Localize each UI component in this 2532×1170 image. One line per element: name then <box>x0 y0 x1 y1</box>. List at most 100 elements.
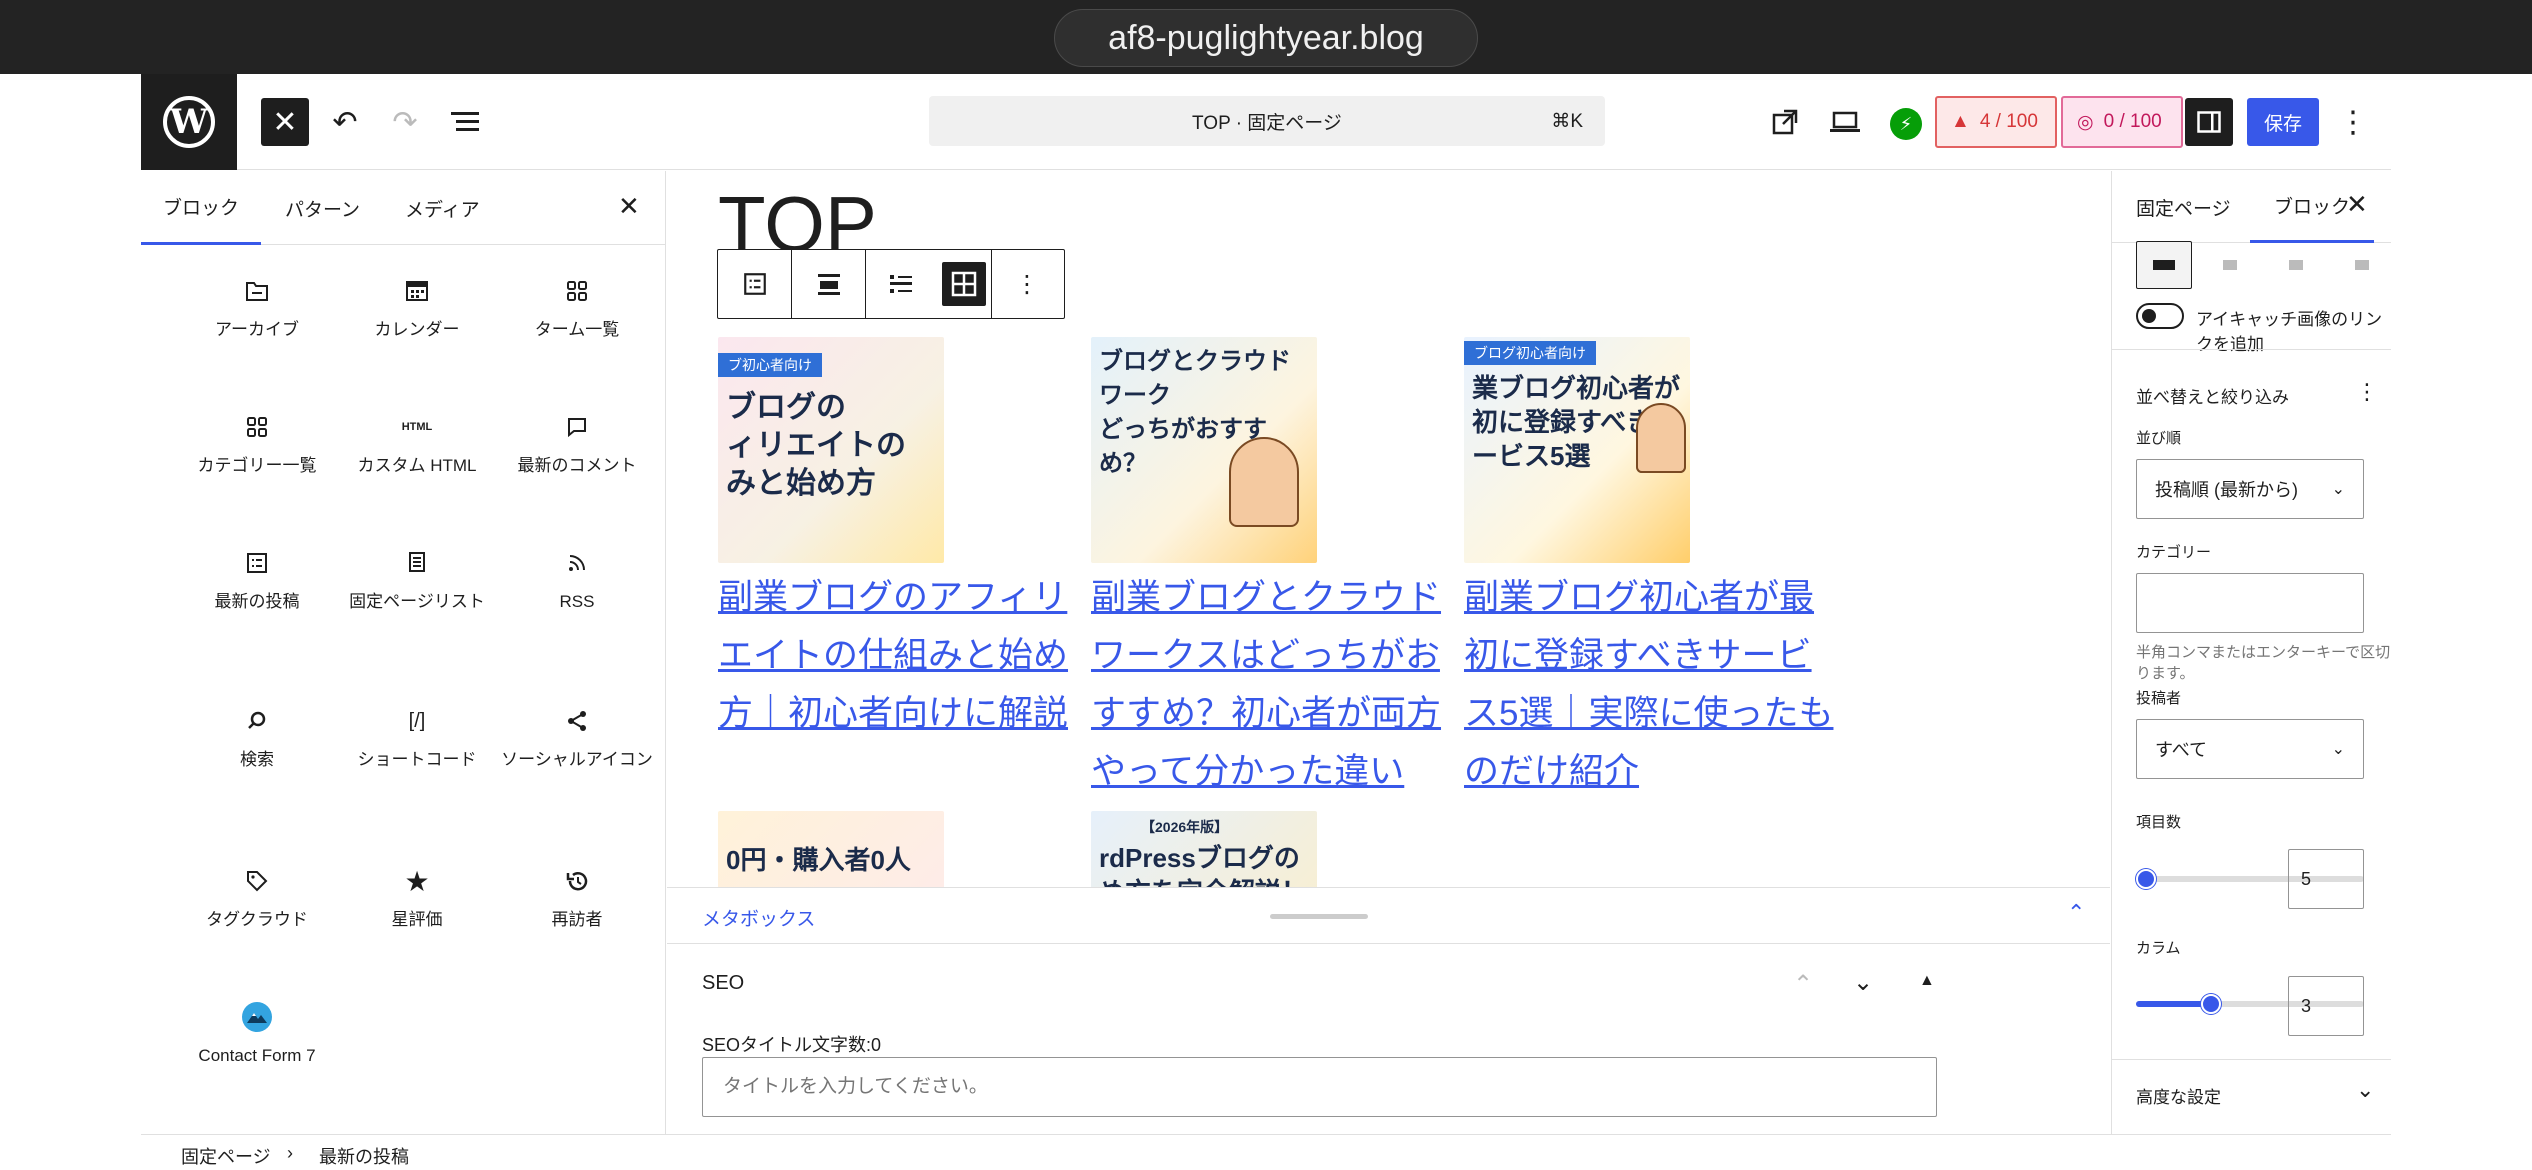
readability-score-value: 0 / 100 <box>2103 111 2162 132</box>
close-icon[interactable]: ✕ <box>618 191 640 222</box>
breadcrumb-item-block[interactable]: 最新の投稿 <box>319 1143 409 1169</box>
category-input[interactable] <box>2136 573 2364 633</box>
block-star-rating[interactable]: ★ 星評価 <box>341 861 493 931</box>
block-search[interactable]: 検索 <box>181 701 333 771</box>
order-select[interactable]: 投稿順 (最新から) ⌄ <box>2136 459 2364 519</box>
settings-sidebar-icon[interactable] <box>2185 98 2233 146</box>
seo-title-input[interactable] <box>702 1057 1937 1117</box>
metabox-area: メタボックス ⌃ SEO ⌃ ⌄ ▲ SEOタイトル文字数:0 <box>667 887 2110 1134</box>
readability-score-icon: ◎ <box>2077 111 2094 133</box>
block-label: 最新の投稿 <box>214 592 300 611</box>
columns-input[interactable]: 3 <box>2288 976 2364 1036</box>
align-option-left[interactable] <box>2202 241 2258 289</box>
align-option-right[interactable] <box>2334 241 2390 289</box>
section-options-icon[interactable]: ⋮ <box>2356 379 2378 405</box>
block-shortcode[interactable]: [/] ショートコード <box>341 701 493 771</box>
post-title-link[interactable]: 副業ブログのアフィリエイトの仕組みと始め方｜初心者向けに解説 <box>718 569 1088 743</box>
tab-media[interactable]: メディア <box>405 171 480 245</box>
block-latest-comments[interactable]: 最新のコメント <box>501 407 653 477</box>
items-label: 項目数 <box>2136 814 2182 831</box>
grid-view-button[interactable] <box>936 250 992 318</box>
shortcode-icon: [/] <box>408 709 426 732</box>
chevron-up-icon[interactable]: ⌃ <box>2067 900 2085 926</box>
columns-slider-handle[interactable] <box>2201 994 2221 1014</box>
block-tag-cloud[interactable]: タグクラウド <box>181 861 333 931</box>
block-revisit[interactable]: 再訪者 <box>501 861 653 931</box>
breadcrumb-item-page[interactable]: 固定ページ <box>181 1143 271 1169</box>
close-inserter-button[interactable]: ✕ <box>261 98 309 146</box>
block-rss[interactable]: RSS <box>501 543 653 613</box>
illustration-person <box>1636 403 1686 473</box>
block-label: アーカイブ <box>215 320 299 339</box>
block-archive[interactable]: アーカイブ <box>181 271 333 341</box>
metabox-label: メタボックス <box>702 909 816 930</box>
chevron-down-icon: ⌄ <box>2331 481 2345 498</box>
block-calendar[interactable]: カレンダー <box>341 271 493 341</box>
block-options-icon[interactable]: ⋮ <box>992 250 1062 318</box>
align-option-center[interactable] <box>2268 241 2324 289</box>
shortcut-hint: ⌘K <box>1551 110 1583 132</box>
divider <box>2112 349 2391 350</box>
categories-icon <box>181 407 333 447</box>
post-thumbnail[interactable]: ブログとクラウドワーク どっちがおすすめ？ <box>1091 337 1317 563</box>
featured-link-toggle[interactable] <box>2136 303 2184 329</box>
post-thumbnail[interactable]: ブログ初心者向け 業ブログ初心者が 初に登録すべき ービス5選 <box>1464 337 1690 563</box>
author-select[interactable]: すべて ⌄ <box>2136 719 2364 779</box>
url-bar[interactable]: af8-puglightyear.blog <box>1054 9 1478 67</box>
block-custom-html[interactable]: HTML カスタム HTML <box>341 407 493 477</box>
align-icon[interactable] <box>792 250 866 318</box>
post-title-link[interactable]: 副業ブログとクラウドワークスはどっちがおすすめ？初心者が両方やって分かった違い <box>1091 569 1461 801</box>
seo-title-count: SEOタイトル文字数:0 <box>702 1035 882 1055</box>
move-up-icon[interactable]: ⌃ <box>1793 970 1813 999</box>
rss-icon <box>501 543 653 583</box>
tab-patterns[interactable]: パターン <box>285 171 360 245</box>
items-input[interactable]: 5 <box>2288 849 2364 909</box>
thumbnail-tag: ブ初心者向け <box>718 353 822 377</box>
advanced-settings-toggle[interactable]: 高度な設定 <box>2136 1083 2221 1108</box>
block-social-icons[interactable]: ソーシャルアイコン <box>501 701 653 771</box>
options-menu-icon[interactable]: ⋮ <box>2329 98 2377 146</box>
chevron-down-icon[interactable]: ⌄ <box>2356 1077 2374 1103</box>
list-view-icon[interactable] <box>866 250 936 318</box>
block-type-icon[interactable] <box>718 250 792 318</box>
items-slider-handle[interactable] <box>2136 869 2156 889</box>
tab-blocks[interactable]: ブロック <box>141 171 261 245</box>
post-title-link[interactable]: 副業ブログ初心者が最初に登録すべきサービス5選｜実際に使ったものだけ紹介 <box>1464 569 1834 801</box>
post-card: ブ初心者向け ブログの ィリエイトの みと始め方 副業ブログのアフィリエイトの仕… <box>718 337 1088 743</box>
redo-icon[interactable]: ↷ <box>381 98 429 146</box>
columns-label: カラム <box>2136 940 2181 957</box>
undo-icon[interactable]: ↶ <box>321 98 369 146</box>
thumbnail-tag: ブログ初心者向け <box>1464 341 1596 365</box>
block-latest-posts[interactable]: 最新の投稿 <box>181 543 333 613</box>
block-categories[interactable]: カテゴリー一覧 <box>181 407 333 477</box>
view-page-icon[interactable] <box>1761 98 1809 146</box>
align-option-full[interactable] <box>2136 241 2192 289</box>
post-thumbnail[interactable]: 0円・購入者0人の <box>718 811 944 887</box>
readability-score-button[interactable]: ◎ 0 / 100 <box>2061 96 2183 148</box>
command-palette-button[interactable]: TOP · 固定ページ ⌘K <box>929 96 1605 146</box>
move-down-icon[interactable]: ⌄ <box>1853 968 1873 997</box>
post-thumbnail[interactable]: 【2026年版】 rdPressブログの め方を完全解説！ <box>1091 811 1317 887</box>
block-terms-list[interactable]: ターム一覧 <box>501 271 653 341</box>
resize-handle[interactable] <box>1270 914 1368 919</box>
post-thumbnail[interactable]: ブ初心者向け ブログの ィリエイトの みと始め方 <box>718 337 944 563</box>
wordpress-logo-icon[interactable]: W <box>141 74 237 170</box>
tab-page[interactable]: 固定ページ <box>2136 171 2231 243</box>
device-preview-icon[interactable] <box>1821 98 1869 146</box>
document-overview-icon[interactable] <box>441 98 489 146</box>
block-label: タグクラウド <box>206 910 308 929</box>
jetpack-icon[interactable]: ⚡ <box>1890 108 1922 140</box>
close-icon[interactable]: ✕ <box>2346 189 2368 220</box>
block-page-list[interactable]: 固定ページリスト <box>341 543 493 613</box>
block-label: 星評価 <box>391 910 443 929</box>
document-title: TOP · 固定ページ <box>1192 112 1342 134</box>
block-inserter-panel: ブロック パターン メディア ✕ アーカイブ カレンダー ターム一覧 カテゴリー… <box>141 171 666 1134</box>
editor-canvas: TOP ブ初心者向け ブログの ィリエイトの みと始め方 副業ブログのアフィリエ… <box>667 171 2110 887</box>
calendar-icon <box>341 271 493 311</box>
metabox-header[interactable]: メタボックス ⌃ <box>667 888 2110 944</box>
seo-score-button[interactable]: ▲ 4 / 100 <box>1935 96 2057 148</box>
toggle-panel-icon[interactable]: ▲ <box>1919 972 1935 990</box>
block-contact-form-7[interactable]: Contact Form 7 <box>181 997 333 1067</box>
block-label: ソーシャルアイコン <box>501 750 653 769</box>
save-button[interactable]: 保存 <box>2247 98 2319 146</box>
